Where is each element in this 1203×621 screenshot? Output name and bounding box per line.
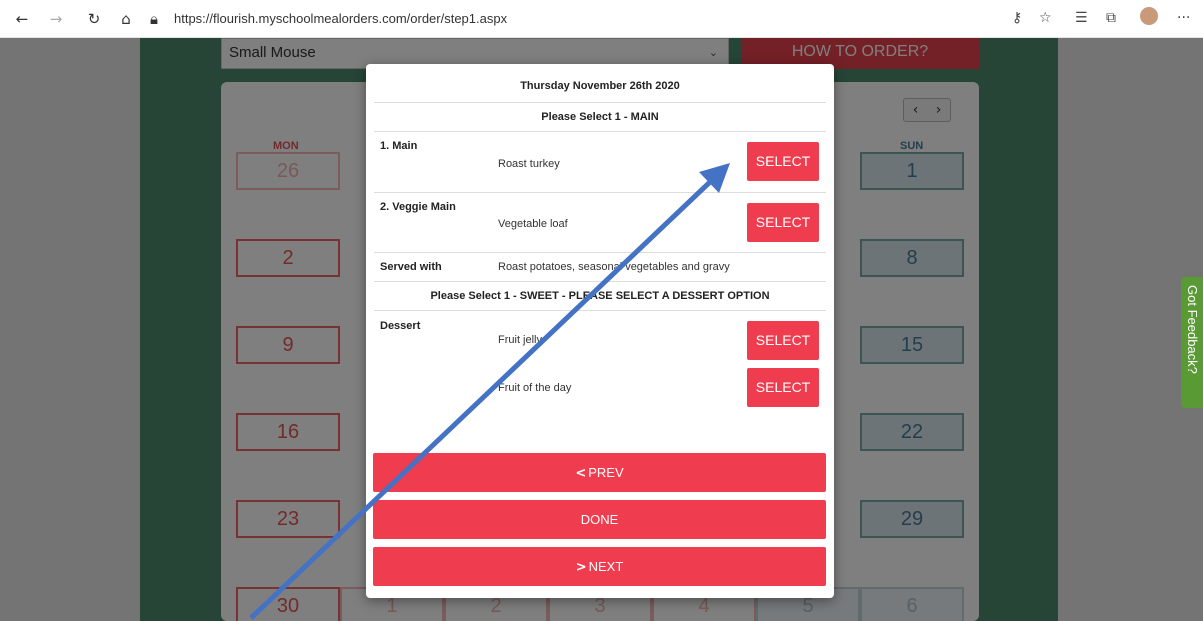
lock-icon: 🔒︎ [150, 10, 158, 28]
main-section-header: Please Select 1 - MAIN [541, 111, 659, 123]
next-label: NEXT [588, 559, 624, 574]
url-text: https://flourish.myschoolmealorders.com/… [174, 11, 508, 26]
feedback-tab[interactable]: Got Feedback? [1181, 277, 1203, 408]
veggie-main-item: Vegetable loaf [498, 218, 568, 230]
dessert-item: Fruit jelly [498, 334, 543, 346]
divider [374, 252, 826, 253]
modal-date: Thursday November 26th 2020 [520, 80, 680, 92]
more-icon[interactable]: ··· [1177, 10, 1190, 26]
address-bar[interactable]: 🔒︎ https://flourish.myschoolmealorders.c… [142, 8, 572, 30]
home-icon[interactable]: ⌂ [118, 11, 134, 27]
divider [374, 310, 826, 311]
select-veggie-button[interactable]: SELECT [747, 203, 819, 242]
veggie-main-label: 2. Veggie Main [380, 201, 456, 213]
back-arrow-icon[interactable]: ← [14, 11, 30, 27]
feedback-label: Got Feedback? [1185, 285, 1200, 374]
select-dessert-button[interactable]: SELECT [747, 321, 819, 360]
divider [374, 131, 826, 132]
chevron-right-icon: > [575, 560, 587, 575]
collections-icon[interactable]: ⧉ [1106, 10, 1116, 26]
dessert-item: Fruit of the day [498, 382, 572, 394]
main-label: 1. Main [380, 140, 418, 152]
refresh-icon[interactable]: ↻ [86, 11, 102, 27]
profile-icon[interactable] [1140, 7, 1158, 25]
divider [374, 192, 826, 193]
forward-arrow-icon[interactable]: → [48, 11, 64, 27]
divider [374, 281, 826, 282]
star-icon[interactable]: ☆ [1039, 10, 1052, 26]
chevron-left-icon: < [575, 466, 587, 481]
select-main-button[interactable]: SELECT [747, 142, 819, 181]
served-with-label: Served with [380, 261, 442, 273]
browser-toolbar: ← → ↻ ⌂ 🔒︎ https://flourish.myschoolmeal… [0, 0, 1203, 38]
served-with-text: Roast potatoes, seasonal vegetables and … [498, 261, 730, 273]
done-button[interactable]: DONE [373, 500, 826, 539]
prev-label: PREV [588, 465, 624, 480]
sweet-section-header: Please Select 1 - SWEET - PLEASE SELECT … [430, 290, 770, 302]
key-icon[interactable]: ⚷ [1012, 10, 1022, 26]
favorites-icon[interactable]: ☰ [1075, 10, 1088, 26]
meal-select-modal: Thursday November 26th 2020 Please Selec… [366, 64, 834, 598]
prev-button[interactable]: < PREV [373, 453, 826, 492]
next-button[interactable]: > NEXT [373, 547, 826, 586]
main-item: Roast turkey [498, 158, 560, 170]
select-dessert-button[interactable]: SELECT [747, 368, 819, 407]
divider [374, 102, 826, 103]
dessert-label: Dessert [380, 320, 421, 332]
